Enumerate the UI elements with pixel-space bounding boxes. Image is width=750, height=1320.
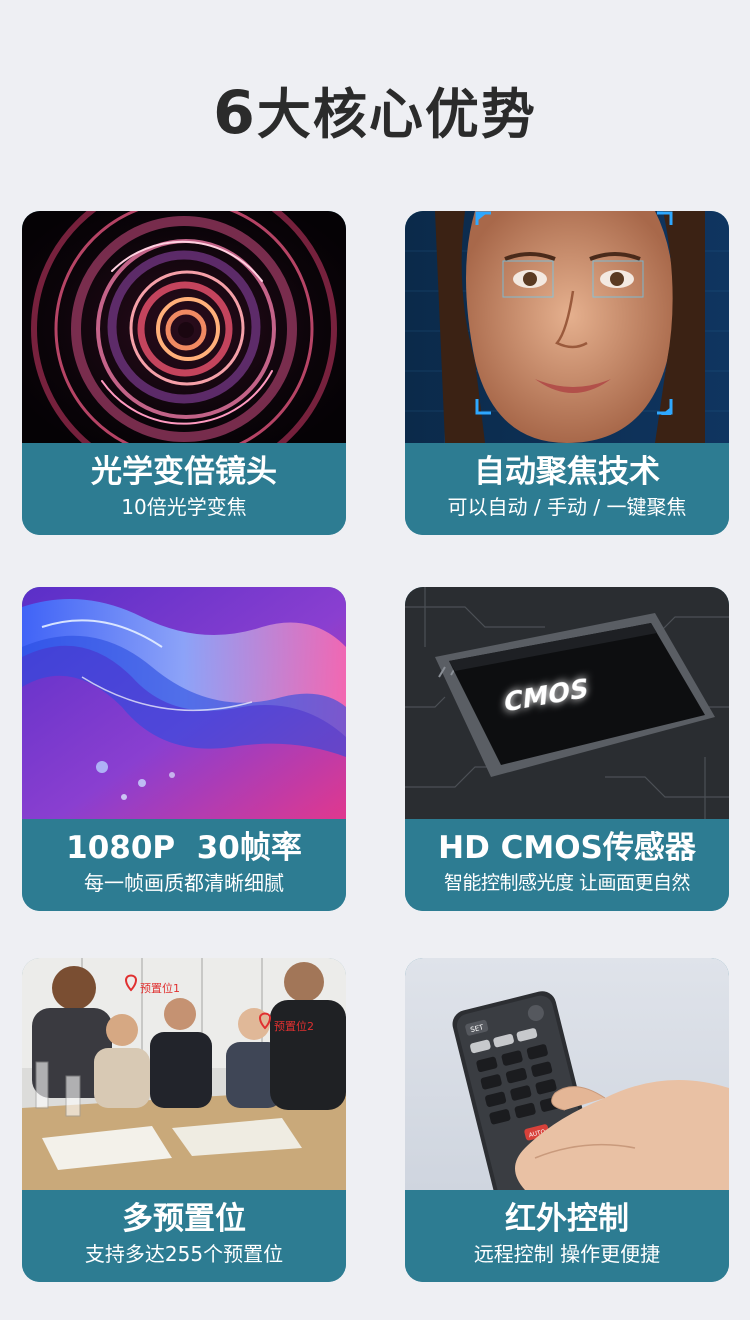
feature-card-infrared: SET AUTO 红外控制 远程控制 操作更便捷	[405, 958, 729, 1282]
feature-title: 自动聚焦技术	[474, 454, 660, 490]
feature-title: 光学变倍镜头	[91, 454, 277, 490]
feature-subtitle: 10倍光学变焦	[121, 495, 247, 519]
feature-subtitle: 智能控制感光度 让画面更自然	[443, 872, 691, 894]
feature-caption: HD CMOS传感器 智能控制感光度 让画面更自然	[405, 819, 729, 911]
feature-caption: 自动聚焦技术 可以自动 / 手动 / 一键聚焦	[405, 443, 729, 535]
feature-caption: 1080P 30帧率 每一帧画质都清晰细腻	[22, 819, 346, 911]
feature-subtitle: 支持多达255个预置位	[84, 1242, 284, 1266]
preset-tag-label: 预置位1	[140, 981, 180, 995]
feature-subtitle: 每一帧画质都清晰细腻	[84, 871, 284, 895]
water-splash-image	[22, 587, 346, 819]
feature-card-autofocus: 自动聚焦技术 可以自动 / 手动 / 一键聚焦	[405, 211, 729, 535]
cmos-chip-image: CMOS	[405, 587, 729, 819]
title-number: 6	[213, 78, 257, 148]
feature-card-1080p: 1080P 30帧率 每一帧画质都清晰细腻	[22, 587, 346, 911]
feature-title: 红外控制	[505, 1201, 629, 1237]
meeting-room-image: 预置位1 预置位2	[22, 958, 346, 1190]
feature-caption: 红外控制 远程控制 操作更便捷	[405, 1190, 729, 1282]
feature-title: HD CMOS传感器	[438, 830, 696, 866]
preset-tag-label: 预置位2	[274, 1019, 314, 1033]
feature-title: 1080P 30帧率	[66, 830, 302, 866]
face-focus-image	[405, 211, 729, 443]
title-text: 大核心优势	[256, 83, 537, 146]
feature-subtitle: 远程控制 操作更便捷	[473, 1242, 661, 1266]
feature-subtitle: 可以自动 / 手动 / 一键聚焦	[447, 495, 687, 519]
remote-control-image: SET AUTO	[405, 958, 729, 1190]
feature-card-cmos: CMOS HD CMOS传感器 智能控制感光度 让画面更自然	[405, 587, 729, 911]
feature-caption: 多预置位 支持多达255个预置位	[22, 1190, 346, 1282]
feature-title: 多预置位	[122, 1201, 246, 1237]
feature-card-optical-zoom: 光学变倍镜头 10倍光学变焦	[22, 211, 346, 535]
feature-card-presets: 预置位1 预置位2 多预置位 支持多达255个预置位	[22, 958, 346, 1282]
page-title: 6大核心优势	[0, 70, 750, 149]
lens-rings-image	[22, 211, 346, 443]
feature-caption: 光学变倍镜头 10倍光学变焦	[22, 443, 346, 535]
